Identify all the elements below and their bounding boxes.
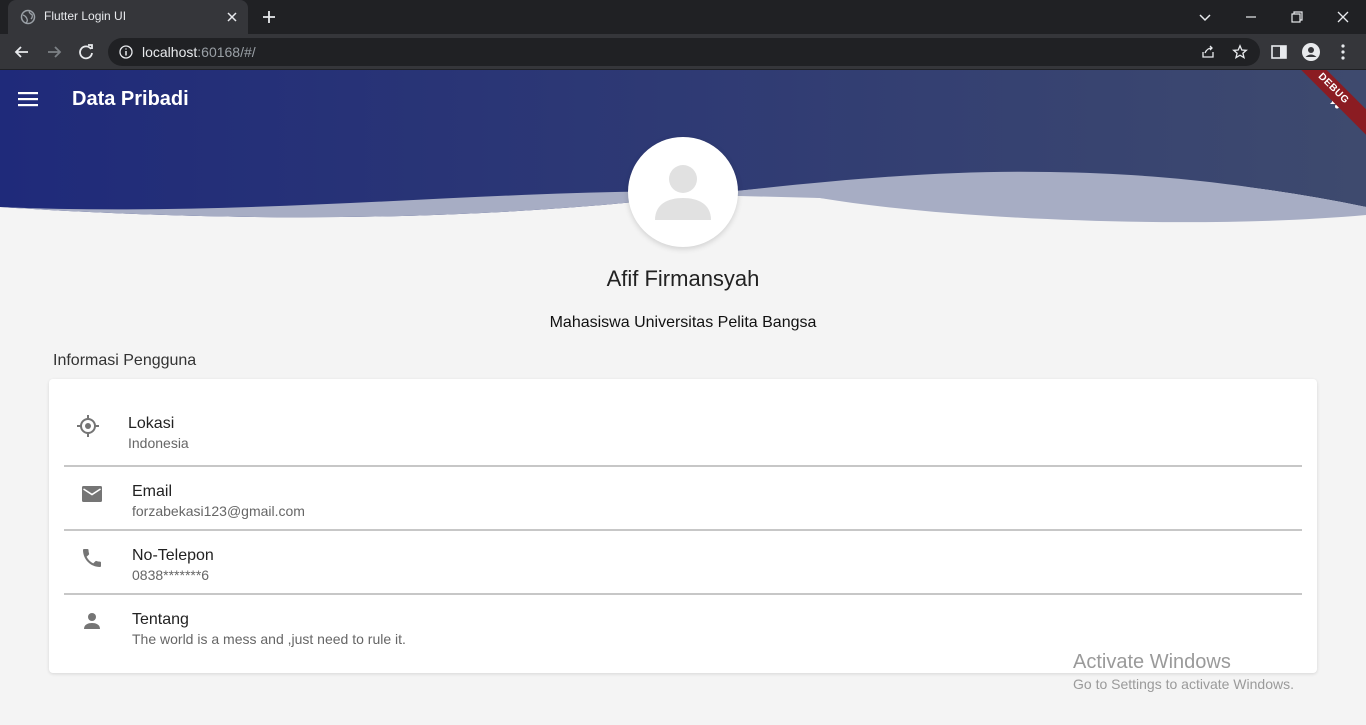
windows-watermark-subtitle: Go to Settings to activate Windows. (1073, 676, 1294, 692)
avatar (628, 137, 738, 247)
restore-icon[interactable] (1286, 6, 1308, 28)
address-bar[interactable]: localhost:60168/#/ (108, 38, 1260, 66)
browser-titlebar: Flutter Login UI (0, 0, 1366, 34)
list-item-email[interactable]: Email forzabekasi123@gmail.com (64, 467, 1302, 531)
globe-icon (20, 9, 36, 25)
back-icon[interactable] (11, 41, 33, 63)
phone-icon (83, 549, 101, 567)
tab-title: Flutter Login UI (44, 9, 127, 23)
location-label: Lokasi (128, 415, 175, 432)
email-label: Email (132, 483, 173, 500)
location-icon (77, 415, 99, 437)
forward-icon[interactable] (43, 41, 65, 63)
close-icon[interactable] (224, 9, 240, 25)
about-label: Tentang (132, 611, 189, 628)
list-item-location[interactable]: Lokasi Indonesia (64, 379, 1302, 467)
about-value: The world is a mess and ,just need to ru… (132, 631, 406, 647)
user-name: Afif Firmansyah (606, 266, 760, 291)
tab-search-icon[interactable] (1194, 6, 1216, 28)
menu-icon[interactable] (18, 90, 38, 108)
url-text: localhost:60168/#/ (142, 44, 256, 60)
share-icon[interactable] (1200, 44, 1216, 60)
email-icon (82, 486, 102, 502)
star-icon[interactable] (1232, 44, 1248, 60)
new-tab-icon[interactable] (260, 8, 278, 26)
section-title: Informasi Pengguna (53, 352, 197, 369)
browser-toolbar: localhost:60168/#/ (0, 34, 1366, 70)
browser-tab[interactable]: Flutter Login UI (8, 0, 248, 34)
close-window-icon[interactable] (1332, 6, 1354, 28)
phone-value: 0838*******6 (132, 567, 210, 583)
location-value: Indonesia (128, 435, 189, 451)
minimize-icon[interactable] (1240, 6, 1262, 28)
reload-icon[interactable] (75, 41, 97, 63)
person-placeholder-icon (655, 165, 711, 220)
app-viewport: Data Pribadi DEBUG Afif Firmansyah Mahas… (0, 70, 1366, 725)
more-menu-icon[interactable] (1332, 41, 1354, 63)
person-icon (84, 613, 100, 629)
side-panel-icon[interactable] (1268, 41, 1290, 63)
info-icon[interactable] (118, 44, 134, 60)
info-card: Lokasi Indonesia Email forzabekasi123@gm… (49, 379, 1317, 673)
list-item-phone[interactable]: No-Telepon 0838*******6 (64, 531, 1302, 595)
user-subtitle: Mahasiswa Universitas Pelita Bangsa (549, 314, 817, 331)
windows-watermark-title: Activate Windows (1073, 651, 1231, 673)
profile-icon[interactable] (1300, 41, 1322, 63)
phone-label: No-Telepon (132, 547, 214, 564)
page-title: Data Pribadi (72, 88, 189, 110)
email-value: forzabekasi123@gmail.com (132, 503, 305, 519)
